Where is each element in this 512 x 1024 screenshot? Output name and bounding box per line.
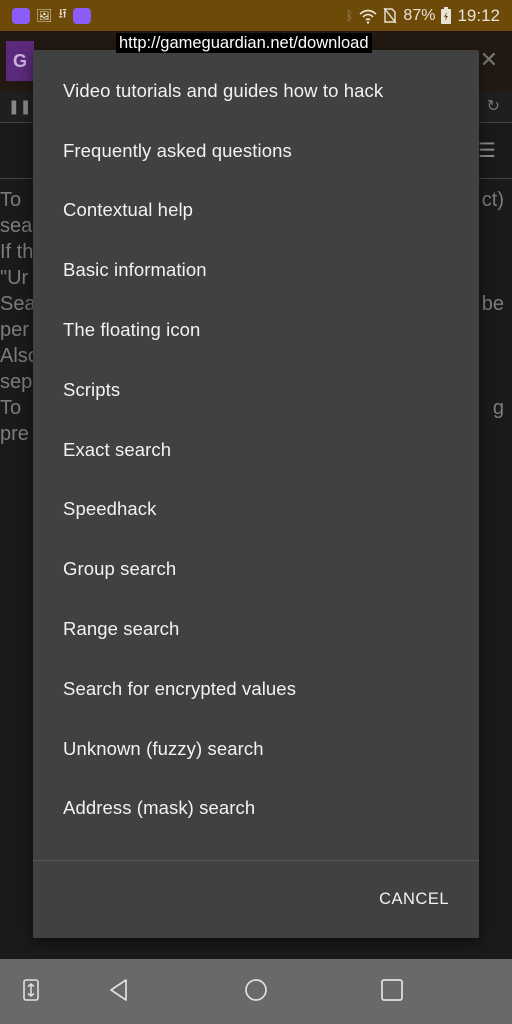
list-item-speedhack[interactable]: Speedhack: [33, 480, 479, 540]
list-item-address-search[interactable]: Address (mask) search: [33, 779, 479, 839]
list-item-basic-information[interactable]: Basic information: [33, 240, 479, 300]
bluetooth-icon: ᛒ: [345, 8, 354, 23]
cancel-button[interactable]: CANCEL: [379, 890, 449, 909]
no-sim-icon: [383, 7, 397, 24]
list-item-contextual-help[interactable]: Contextual help: [33, 181, 479, 241]
menu-icon[interactable]: ☰: [478, 138, 496, 163]
url-tooltip: http://gameguardian.net/download: [116, 33, 372, 53]
help-dialog: Video tutorials and guides how to hack F…: [33, 50, 479, 938]
battery-icon: [441, 7, 452, 24]
navigation-bar: [0, 959, 512, 1024]
clock: 19:12: [457, 5, 500, 25]
battery-percent: 87%: [403, 6, 436, 24]
gallery-icon: 🖼: [36, 7, 53, 23]
list-item-video-tutorials[interactable]: Video tutorials and guides how to hack: [33, 61, 479, 121]
close-icon[interactable]: ✕: [480, 47, 498, 73]
list-item-faq[interactable]: Frequently asked questions: [33, 121, 479, 181]
screen-pin-icon[interactable]: [18, 977, 44, 1003]
list-item-fill[interactable]: Fill (...) ...: [33, 838, 479, 860]
list-item-exact-search[interactable]: Exact search: [33, 420, 479, 480]
messenger-icon: [72, 7, 91, 24]
list-item-group-search[interactable]: Group search: [33, 539, 479, 599]
refresh-icon[interactable]: ↻: [487, 96, 500, 116]
help-fragment: ct): [481, 189, 504, 211]
help-fragment: g: [492, 397, 504, 419]
back-icon[interactable]: [106, 977, 132, 1003]
list-item-floating-icon[interactable]: The floating icon: [33, 300, 479, 360]
list-item-range-search[interactable]: Range search: [33, 599, 479, 659]
dialog-divider: [33, 860, 479, 861]
list-item-scripts[interactable]: Scripts: [33, 360, 479, 420]
status-bar: 🖼 ⭿ ᛒ 87% 19:12: [0, 0, 512, 31]
help-fragment: be: [481, 293, 504, 315]
messenger-icon: [12, 7, 30, 24]
pause-icon[interactable]: ❚❚: [8, 98, 31, 115]
list-item-fuzzy-search[interactable]: Unknown (fuzzy) search: [33, 719, 479, 779]
usb-icon: ⭿: [58, 5, 67, 21]
screen: 🖼 ⭿ ᛒ 87% 19:12 G ✕ ❚❚ ↻ ☰ To sea If th …: [0, 0, 512, 1024]
recents-icon[interactable]: [379, 977, 405, 1003]
home-icon[interactable]: [243, 977, 269, 1003]
help-topic-list[interactable]: Video tutorials and guides how to hack F…: [33, 50, 479, 860]
list-item-encrypted-search[interactable]: Search for encrypted values: [33, 659, 479, 719]
gameguardian-logo: G: [6, 41, 34, 81]
wifi-icon: [359, 9, 377, 24]
